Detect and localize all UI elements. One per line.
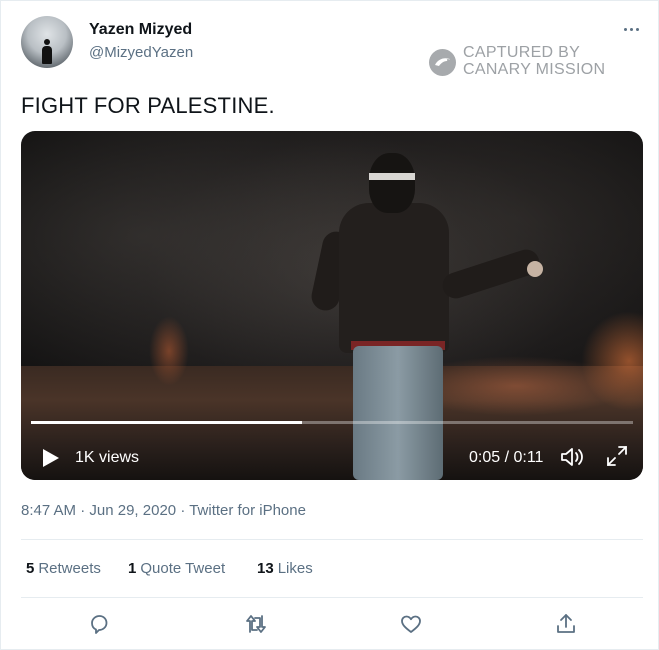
canary-logo-icon	[429, 49, 456, 76]
quote-tweets-count: 1	[128, 560, 137, 577]
likes-label: Likes	[277, 560, 313, 577]
quote-tweets-label: Quote Tweet	[140, 560, 226, 577]
divider	[21, 597, 643, 598]
watermark-line-1: CAPTURED BY	[463, 44, 581, 61]
avatar-figure	[42, 39, 52, 64]
retweets-label: Retweets	[38, 560, 101, 577]
tweet-date[interactable]: Jun 29, 2020	[89, 502, 176, 519]
watermark-line-2: CANARY MISSION	[463, 61, 606, 78]
video-frame-person	[291, 141, 543, 480]
tweet-metadata: 8:47 AM · Jun 29, 2020 · Twitter for iPh…	[21, 502, 306, 519]
divider	[21, 539, 643, 540]
video-progress-fill	[31, 421, 302, 424]
tweet-time[interactable]: 8:47 AM	[21, 502, 76, 519]
tweet-card: Yazen Mizyed @MizyedYazen CAPTURED BY CA…	[0, 0, 659, 650]
share-icon[interactable]	[554, 612, 578, 636]
watermark: CAPTURED BY CANARY MISSION	[429, 44, 629, 80]
more-options-icon[interactable]	[620, 23, 644, 37]
volume-icon[interactable]	[559, 444, 585, 470]
reply-icon[interactable]	[87, 612, 111, 636]
play-icon[interactable]	[41, 448, 61, 468]
video-frame-fire-right	[581, 311, 643, 411]
retweets-stat[interactable]: 5 Retweets	[26, 560, 101, 577]
tweet-text: FIGHT FOR PALESTINE.	[21, 93, 275, 118]
user-handle[interactable]: @MizyedYazen	[89, 44, 193, 61]
meta-separator: ·	[80, 502, 90, 519]
quote-tweets-stat[interactable]: 1 Quote Tweet	[128, 560, 225, 577]
meta-separator: ·	[180, 502, 190, 519]
likes-count: 13	[257, 560, 274, 577]
video-time: 0:05 / 0:11	[469, 449, 544, 466]
display-name[interactable]: Yazen Mizyed	[89, 21, 192, 39]
video-progress-bar[interactable]	[31, 421, 633, 424]
tweet-source[interactable]: Twitter for iPhone	[189, 502, 306, 519]
retweets-count: 5	[26, 560, 35, 577]
fullscreen-icon[interactable]	[605, 444, 629, 468]
video-player[interactable]: 1K views 0:05 / 0:11	[21, 131, 643, 480]
video-frame-fire-left	[149, 316, 189, 386]
avatar[interactable]	[21, 16, 73, 68]
like-icon[interactable]	[399, 612, 423, 636]
video-views: 1K views	[75, 449, 140, 466]
retweet-icon[interactable]	[244, 612, 268, 636]
likes-stat[interactable]: 13 Likes	[257, 560, 313, 577]
